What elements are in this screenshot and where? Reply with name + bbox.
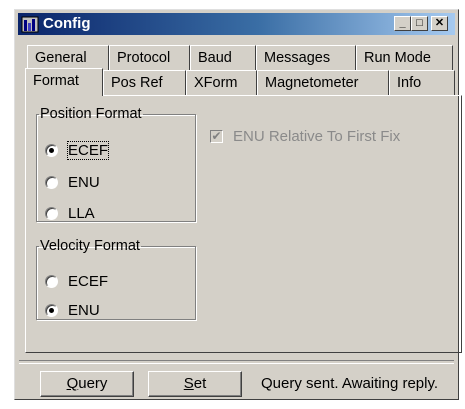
close-button[interactable]: ✕ bbox=[431, 16, 448, 31]
velocity-format-group: Velocity Format ECEF ENU bbox=[36, 238, 196, 320]
radio-velocity-enu[interactable]: ENU bbox=[45, 300, 100, 320]
radio-label: ECEF bbox=[68, 272, 109, 290]
set-label: et bbox=[193, 375, 207, 392]
query-accel: Q bbox=[66, 375, 79, 392]
tab-xform[interactable]: XForm bbox=[186, 70, 257, 96]
position-format-group: Position Format ECEF ENU LLA bbox=[36, 106, 196, 222]
radio-position-lla[interactable]: LLA bbox=[45, 203, 95, 223]
close-icon: ✕ bbox=[434, 17, 445, 29]
tab-pos-ref[interactable]: Pos Ref bbox=[103, 70, 186, 96]
tab-protocol[interactable]: Protocol bbox=[109, 45, 190, 71]
radio-icon bbox=[45, 175, 58, 189]
radio-icon bbox=[45, 206, 58, 220]
radio-label: ENU bbox=[68, 301, 100, 319]
tab-format[interactable]: Format bbox=[25, 68, 103, 96]
query-label: uery bbox=[78, 375, 108, 392]
maximize-icon: □ bbox=[416, 17, 423, 29]
enu-relative-checkbox[interactable]: ✔ ENU Relative To First Fix bbox=[210, 128, 400, 145]
app-icon bbox=[21, 16, 39, 33]
tab-messages[interactable]: Messages bbox=[256, 45, 356, 71]
radio-velocity-ecef[interactable]: ECEF bbox=[45, 271, 108, 291]
position-format-title: Position Format bbox=[40, 106, 142, 122]
radio-label: ECEF bbox=[66, 140, 110, 160]
set-button[interactable]: Set bbox=[148, 371, 242, 397]
minimize-icon: _ bbox=[399, 17, 406, 29]
tab-baud[interactable]: Baud bbox=[190, 45, 256, 71]
minimize-button[interactable]: _ bbox=[394, 16, 411, 31]
maximize-button[interactable]: □ bbox=[411, 16, 428, 31]
radio-selected-icon bbox=[45, 143, 58, 157]
query-button[interactable]: Query bbox=[40, 371, 134, 397]
radio-position-enu[interactable]: ENU bbox=[45, 172, 100, 192]
config-window: Config _ □ ✕ General Protocol Baud Messa… bbox=[14, 9, 462, 400]
status-text: Query sent. Awaiting reply. bbox=[261, 375, 439, 392]
tab-row-2: Format Pos Ref XForm Magnetometer Info bbox=[25, 68, 455, 96]
tab-run-mode[interactable]: Run Mode bbox=[356, 45, 453, 71]
radio-label: LLA bbox=[68, 204, 95, 222]
tab-info[interactable]: Info bbox=[389, 70, 455, 96]
divider bbox=[19, 360, 454, 364]
tab-magnetometer[interactable]: Magnetometer bbox=[257, 70, 389, 96]
radio-position-ecef[interactable]: ECEF bbox=[45, 140, 110, 160]
checkmark-icon: ✔ bbox=[210, 129, 223, 143]
enu-relative-label: ENU Relative To First Fix bbox=[233, 128, 401, 145]
title-bar[interactable]: Config _ □ ✕ bbox=[18, 13, 455, 35]
window-title: Config bbox=[43, 15, 91, 32]
radio-selected-icon bbox=[45, 303, 58, 317]
radio-label: ENU bbox=[68, 173, 100, 191]
velocity-format-title: Velocity Format bbox=[40, 238, 140, 254]
set-accel: S bbox=[183, 375, 194, 392]
radio-icon bbox=[45, 274, 58, 288]
